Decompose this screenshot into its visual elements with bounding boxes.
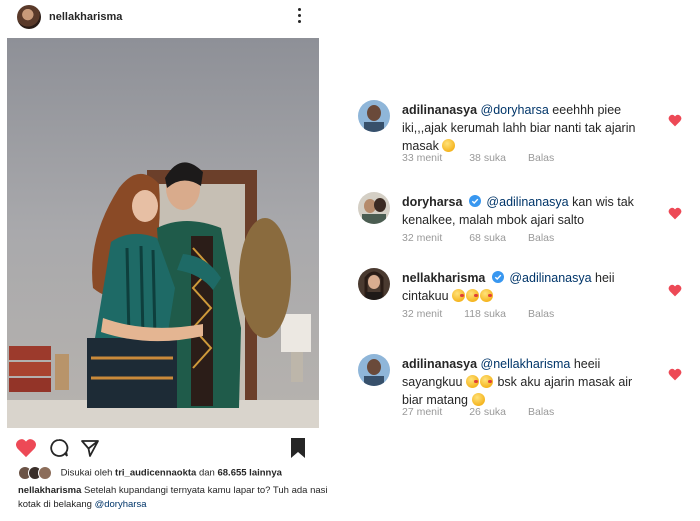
- liked-by-summary[interactable]: Disukai oleh tri_audicennaokta dan 68.65…: [18, 466, 282, 482]
- post-username[interactable]: nellakharisma: [49, 11, 122, 23]
- share-icon[interactable]: [80, 438, 100, 458]
- kiss-emoji: [466, 289, 480, 302]
- comment-mention[interactable]: @adilinanasya: [486, 195, 568, 209]
- kiss-emoji: [480, 289, 494, 302]
- liked-by-and: dan: [198, 467, 215, 479]
- kiss-emoji: [465, 375, 479, 388]
- comment-username[interactable]: adilinanasya: [402, 357, 477, 371]
- kiss-emoji: [452, 289, 466, 302]
- comment-like-heart-icon[interactable]: [668, 284, 682, 297]
- verified-badge-icon: [491, 271, 504, 283]
- comment-mention[interactable]: @doryharsa: [481, 103, 549, 117]
- liked-by-count[interactable]: 68.655 lainnya: [217, 468, 281, 479]
- comment-username[interactable]: adilinanasya: [402, 103, 477, 117]
- comment-like-heart-icon[interactable]: [668, 114, 682, 127]
- reply-button[interactable]: Balas: [528, 152, 554, 164]
- liker-avatar: [38, 466, 52, 480]
- grimace-emoji: [471, 393, 485, 406]
- post-header: nellakharisma: [0, 0, 330, 34]
- comment-avatar[interactable]: [358, 354, 390, 386]
- comment-mention[interactable]: @nellakharisma: [481, 357, 571, 371]
- liker-avatars: [18, 466, 58, 480]
- comment-body: doryharsa @adilinanasya kan wis tak kena…: [402, 193, 642, 229]
- comment-time: 27 menit: [402, 406, 443, 418]
- instagram-post: nellakharisma Disukai oleh tri_audicenna…: [0, 0, 330, 521]
- comment-likes[interactable]: 118 suka: [450, 308, 506, 320]
- comment-icon[interactable]: [49, 438, 69, 458]
- comment-body: adilinanasya @nellakharisma heeii sayang…: [402, 355, 642, 409]
- comment-like-heart-icon[interactable]: [668, 207, 682, 220]
- comment-username[interactable]: nellakharisma: [402, 271, 485, 285]
- caption-mention[interactable]: @doryharsa: [95, 499, 147, 510]
- comment-avatar[interactable]: [358, 268, 390, 300]
- liked-by-user[interactable]: tri_audicennaokta: [115, 468, 196, 479]
- comment-likes[interactable]: 68 suka: [450, 232, 506, 244]
- bookmark-icon[interactable]: [290, 437, 306, 459]
- post-photo[interactable]: [7, 38, 319, 428]
- comment-time: 32 menit: [402, 308, 443, 320]
- reply-button[interactable]: Balas: [528, 406, 554, 418]
- kiss-emoji: [479, 375, 493, 388]
- comment-like-heart-icon[interactable]: [668, 368, 682, 381]
- comment-time: 33 menit: [402, 152, 443, 164]
- caption-username[interactable]: nellakharisma: [18, 485, 81, 496]
- verified-badge-icon: [468, 195, 481, 207]
- comment-meta: 27 menit 26 suka Balas: [402, 406, 554, 418]
- post-action-bar: [0, 432, 330, 462]
- reply-button[interactable]: Balas: [528, 232, 554, 244]
- comment-meta: 33 menit 38 suka Balas: [402, 152, 554, 164]
- comment-body: adilinanasya @doryharsa eeehhh piee iki,…: [402, 101, 642, 155]
- comment-meta: 32 menit 118 suka Balas: [402, 308, 554, 320]
- comment-body: nellakharisma @adilinanasya heii cintaku…: [402, 269, 642, 305]
- post-caption: nellakharisma Setelah kupandangi ternyat…: [18, 484, 328, 512]
- like-heart-icon[interactable]: [15, 438, 37, 458]
- comment-time: 32 menit: [402, 232, 443, 244]
- reply-button[interactable]: Balas: [528, 308, 554, 320]
- more-options-icon[interactable]: [294, 8, 304, 26]
- liked-by-prefix: Disukai oleh: [60, 467, 113, 479]
- post-author-avatar[interactable]: [17, 5, 41, 29]
- comment-likes[interactable]: 26 suka: [450, 406, 506, 418]
- comment-username[interactable]: doryharsa: [402, 195, 462, 209]
- couple-photo-illustration: [7, 38, 319, 428]
- comment-avatar[interactable]: [358, 192, 390, 224]
- comment-likes[interactable]: 38 suka: [450, 152, 506, 164]
- comments-panel: adilinanasya @doryharsa eeehhh piee iki,…: [350, 0, 700, 521]
- comment-mention[interactable]: @adilinanasya: [509, 271, 591, 285]
- grimace-emoji: [442, 139, 456, 152]
- comment-avatar[interactable]: [358, 100, 390, 132]
- comment-meta: 32 menit 68 suka Balas: [402, 232, 554, 244]
